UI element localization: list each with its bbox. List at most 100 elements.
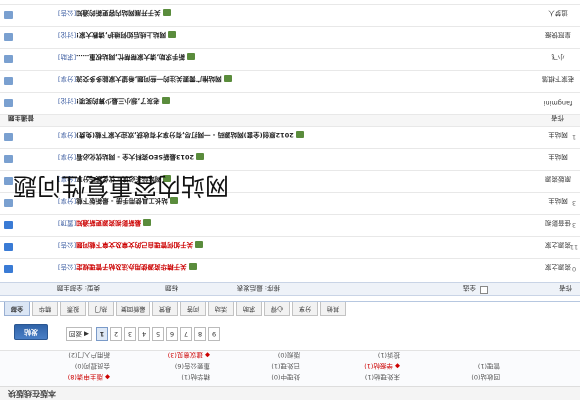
thread-author[interactable]: 小飞 [538,53,578,63]
thread-replies: 1 [571,133,577,141]
subforum-digest[interactable]: 精华帖(1) [181,372,210,382]
thread-category[interactable]: [置顶] [58,219,76,227]
subforum-notice[interactable]: 重要公告(6) [175,361,210,371]
thread-icon [4,99,13,107]
sort-label[interactable]: 排序: 最后发表 [237,282,280,294]
thread-row[interactable]: 巴, 林语关于小站如何做好站内优化,让网站排名更快提升!!![讨论] [0,0,580,4]
thread-title[interactable]: 新手求助,请大家帮帮忙,网站权重…… [76,53,185,61]
thread-title[interactable]: 关于开展网站内容更新的通知 [76,9,161,17]
page-4-button[interactable]: 4 [138,327,150,341]
thread-title[interactable]: 关于如何管理自己的文章及文章下载问题 [76,241,193,249]
thread-title-link[interactable]: 关于开展网站内容更新的通知[公告] [58,9,480,19]
thread-title[interactable]: 2012原创(全套)网站源码 - 一网打尽,有分享才有收获,欢迎大家下载(免费) [76,131,294,139]
tab-8[interactable]: 求助 [236,302,262,316]
thread-category[interactable]: [讨论] [58,31,76,39]
new-thread-button[interactable]: 发帖 [14,324,48,340]
thread-row[interactable]: fangmini 老灰了,想小三最少算的奖项![讨论] [0,92,580,114]
thread-row[interactable]: 网站主 2013最新SEO资料大全 - 网站优化必看[分享] [0,148,580,170]
thread-category[interactable]: [分享] [58,153,76,161]
thread-row[interactable]: 皇冠快报 网站上线后如何维护,请教大家![讨论] [0,26,580,48]
thread-row[interactable]: 资源之家 0 关于精华资源使用办法及帖子管理规定[公告] [0,258,580,280]
subforum-complain[interactable]: 投诉(1) [378,350,400,360]
attachment-icon [162,9,171,17]
thread-title[interactable]: 最新影视资源更新通知 [76,219,141,227]
pinned-thread-icon [4,243,13,251]
attachment-icon [143,219,152,227]
section-divider: 普通主题 作者 [0,114,580,126]
thread-title-link[interactable]: 网站上线后如何维护,请教大家![讨论] [58,31,480,41]
page-2-button[interactable]: 2 [110,327,122,341]
column-author-header: 作者 [559,284,572,292]
subforum-recycle[interactable]: 回收站(0) [471,372,500,382]
thread-author[interactable]: fangmini [538,99,578,107]
tab-6[interactable]: 问答 [180,302,206,316]
tab-1[interactable]: 精华 [32,302,58,316]
subforum-manage[interactable]: 管理(1) [478,361,500,371]
pagination: 发帖 ◀ 返回 123456789 [0,322,580,344]
thread-row[interactable]: 网站主 1 2012原创(全套)网站源码 - 一网打尽,有分享才有收获,欢迎大家下载… [0,126,580,148]
tab-3[interactable]: 热门 [88,302,114,316]
tab-7[interactable]: 活动 [208,302,234,316]
page-9-button[interactable]: 9 [208,327,220,341]
thread-row[interactable]: 老家下棋落 网站推广需要关注的一些问题,希望大家能多多交流[分享] [0,70,580,92]
subforum-member-question[interactable]: 会员提问(0) [75,361,110,371]
thread-category[interactable]: [分享] [58,75,76,83]
type-filter[interactable]: 类型: 全部主题 [57,282,100,294]
tab-9[interactable]: 心得 [264,302,290,316]
page-8-button[interactable]: 8 [194,327,206,341]
thread-table-header: 作者 全选 排序: 最后发表 标题 类型: 全部主题 [0,282,580,296]
tab-10[interactable]: 分享 [292,302,318,316]
thread-category[interactable]: [公告] [58,263,76,271]
thread-row[interactable]: 资源之家 11 关于如何管理自己的文章及文章下载问题[公告] [0,236,580,258]
tab-0[interactable]: 全部 [4,302,30,316]
thread-title[interactable]: 老灰了,想小三最少算的奖项! [76,97,159,105]
thread-row[interactable]: 佳音影视 3 最新影视资源更新通知[置顶] [0,214,580,236]
thread-row[interactable]: 追梦人 关于开展网站内容更新的通知[公告] [0,4,580,26]
thread-category[interactable]: [求助] [58,53,76,61]
page-7-button[interactable]: 7 [180,327,192,341]
subforum-moderator-apply[interactable]: ◆ 版主申请(8) [68,372,110,382]
tab-2[interactable]: 投票 [60,302,86,316]
page-3-button[interactable]: 3 [124,327,136,341]
thread-title-link[interactable]: 最新影视资源更新通知[置顶] [58,219,480,229]
thread-category[interactable]: [分享] [58,131,76,139]
thread-title[interactable]: 2013最新SEO资料大全 - 网站优化必看 [76,153,194,161]
thread-author[interactable]: 网站主 [538,153,578,163]
page-5-button[interactable]: 5 [152,327,164,341]
thread-author[interactable]: 皇冠快报 [538,31,578,41]
page-1-button[interactable]: 1 [96,327,108,341]
thread-title-link[interactable]: 新手求助,请大家帮帮忙,网站权重……[求助] [58,53,480,63]
subforum-done[interactable]: 已处理(1) [271,361,300,371]
thread-author[interactable]: 原版资源 [538,175,578,185]
subforum-pending[interactable]: 未处理帖(1) [365,372,400,382]
subforum-rules[interactable]: 版规(0) [278,350,300,360]
thread-title-link[interactable]: 2012原创(全套)网站源码 - 一网打尽,有分享才有收获,欢迎大家下载(免费)… [58,131,480,141]
thread-title-link[interactable]: 老灰了,想小三最少算的奖项![讨论] [58,97,480,107]
attachment-icon [187,53,196,61]
thread-category[interactable]: [讨论] [58,97,76,105]
thread-title-link[interactable]: 2013最新SEO资料大全 - 网站优化必看[分享] [58,153,480,163]
thread-title[interactable]: 关于精华资源使用办法及帖子管理规定 [76,263,187,271]
thread-title[interactable]: 网站上线后如何维护,请教大家! [76,31,166,39]
thread-author[interactable]: 追梦人 [538,9,578,19]
attachment-icon [196,153,205,161]
thread-row[interactable]: 小飞 新手求助,请大家帮帮忙,网站权重……[求助] [0,48,580,70]
page-6-button[interactable]: 6 [166,327,178,341]
thread-title[interactable]: 网站推广需要关注的一些问题,希望大家能多多交流 [76,75,221,83]
thread-author[interactable]: 老家下棋落 [538,75,578,85]
thread-title-link[interactable]: 关于如何管理自己的文章及文章下载问题[公告] [58,241,480,251]
thread-category[interactable]: [公告] [58,241,76,249]
tab-5[interactable]: 悬赏 [152,302,178,316]
subforum-newbie[interactable]: 新用户入门(2) [68,350,110,360]
subforum-processing[interactable]: 处理中(0) [271,372,300,382]
subforum-suggest[interactable]: ◆ 建议意见(3) [168,350,210,360]
thread-title-link[interactable]: 网站推广需要关注的一些问题,希望大家能多多交流[分享] [58,75,480,85]
thread-title-link[interactable]: 关于精华资源使用办法及帖子管理规定[公告] [58,263,480,273]
tab-4[interactable]: 最新回复 [116,302,150,316]
tab-11[interactable]: 其他 [320,302,346,316]
subforum-report[interactable]: ◆ 举报帖(1) [364,361,400,371]
thread-replies: 0 [571,265,577,273]
thread-category[interactable]: [公告] [58,9,76,17]
prev-page-button[interactable]: ◀ 返回 [66,327,92,341]
select-all-checkbox[interactable] [480,286,488,294]
